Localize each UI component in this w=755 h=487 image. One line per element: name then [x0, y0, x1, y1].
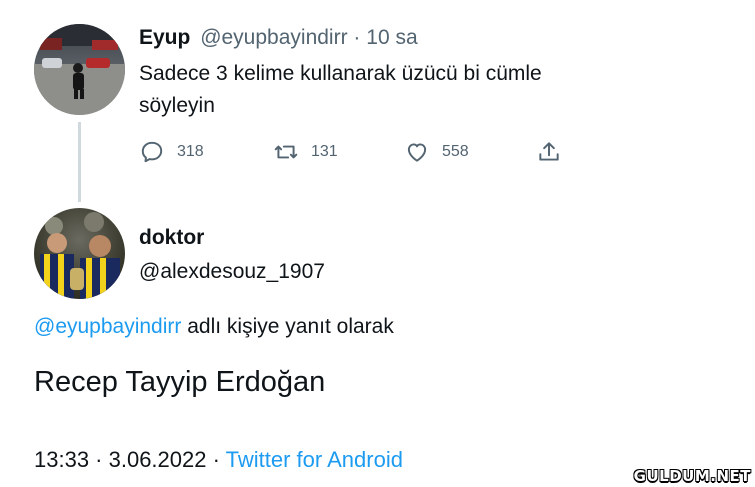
- display-name[interactable]: doktor: [139, 226, 204, 250]
- share-icon: [539, 142, 559, 161]
- retweet-count: 131: [311, 143, 338, 160]
- tweet-header: Eyup @eyupbayindirr · 10 sa: [139, 26, 418, 50]
- avatar-photo: [34, 24, 125, 115]
- tweet-text: Sadece 3 kelime kullanarak üzücü bi cüml…: [139, 58, 542, 122]
- thread-line: [78, 122, 81, 202]
- reply-to-link[interactable]: @eyupbayindirr: [34, 315, 181, 338]
- avatar-photo: [40, 212, 120, 299]
- reply-button[interactable]: 318: [139, 139, 204, 165]
- handle[interactable]: @eyupbayindirr: [200, 26, 347, 49]
- tweet-text-line: söyleyin: [139, 94, 215, 117]
- retweet-button[interactable]: 131: [273, 139, 338, 165]
- time-ago[interactable]: 10 sa: [366, 26, 417, 49]
- heart-icon: [407, 143, 427, 162]
- retweet-icon: [274, 145, 298, 159]
- like-button[interactable]: 558: [404, 139, 469, 165]
- share-button[interactable]: [536, 139, 574, 165]
- avatar[interactable]: [34, 208, 125, 299]
- reply-count: 318: [177, 143, 204, 160]
- source-link[interactable]: Twitter for Android: [226, 447, 403, 472]
- handle[interactable]: @alexdesouz_1907: [139, 256, 325, 288]
- reply-to-suffix: adlı kişiye yanıt olarak: [187, 315, 394, 338]
- reply-text: Recep Tayyip Erdoğan: [34, 366, 326, 398]
- watermark-logo: GULDUM.NET: [633, 467, 751, 485]
- timestamp[interactable]: 13:33 · 3.06.2022 ·: [34, 447, 220, 472]
- display-name[interactable]: Eyup: [139, 26, 190, 49]
- reply-icon: [141, 141, 163, 163]
- avatar[interactable]: [34, 24, 125, 115]
- tweet-text-line: Sadece 3 kelime kullanarak üzücü bi cüml…: [139, 62, 542, 85]
- separator-dot: ·: [353, 26, 361, 49]
- like-count: 558: [442, 143, 469, 160]
- tweet-meta: 13:33 · 3.06.2022 · Twitter for Android: [34, 444, 403, 476]
- reply-context: @eyupbayindirr adlı kişiye yanıt olarak: [34, 311, 394, 343]
